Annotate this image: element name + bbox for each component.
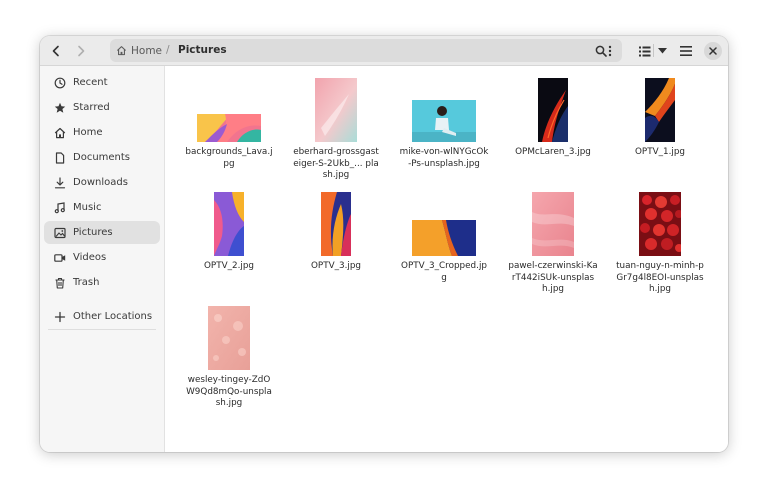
file-item[interactable]: eberhard-grossgasteiger-S-2Ukb_... plash… xyxy=(291,75,381,182)
header-bar: Home / Pictures xyxy=(40,36,728,66)
file-name: pawel-czerwinski-KarT442iSUk-unsplash.jp… xyxy=(508,261,598,294)
chevron-left-icon xyxy=(52,45,59,57)
file-item[interactable]: OPTV_2.jpg xyxy=(184,189,274,273)
file-item[interactable]: OPTV_1.jpg xyxy=(615,75,705,159)
file-name: eberhard-grossgasteiger-S-2Ukb_... plash… xyxy=(293,147,379,180)
hamburger-menu-icon xyxy=(680,46,692,56)
sidebar-item-label: Music xyxy=(73,202,102,213)
sidebar-item-downloads[interactable]: Downloads xyxy=(44,171,160,194)
file-grid: backgrounds_Lava.jpg eberhard-grossgaste… xyxy=(165,66,728,452)
file-name: tuan-nguy-n-minh-pGr7g4l8EOI-unsplash.jp… xyxy=(616,261,704,294)
file-manager-window: Home / Pictures Recent Starred Home Docu… xyxy=(40,36,728,452)
breadcrumb-home[interactable]: Home xyxy=(116,39,162,62)
file-item[interactable]: wesley-tingey-ZdOW9Qd8mQo-unsplash.jpg xyxy=(184,303,274,410)
sidebar-item-label: Documents xyxy=(73,152,131,163)
sidebar-item-home[interactable]: Home xyxy=(44,121,160,144)
file-name: mike-von-wlNYGcOk-Ps-unsplash.jpg xyxy=(399,147,489,169)
sidebar-item-label: Other Locations xyxy=(73,311,153,322)
sidebar-item-music[interactable]: Music xyxy=(44,196,160,219)
breadcrumb-home-label: Home xyxy=(131,44,163,57)
back-button[interactable] xyxy=(44,39,68,63)
sidebar-item-trash[interactable]: Trash xyxy=(44,271,160,294)
file-name: OPTV_3.jpg xyxy=(310,261,362,271)
image-thumbnail xyxy=(639,192,681,256)
file-item[interactable]: OPMcLaren_3.jpg xyxy=(508,75,598,159)
file-name: OPTV_3_Cropped.jpg xyxy=(401,261,487,283)
image-thumbnail xyxy=(321,192,351,256)
sidebar-item-recent[interactable]: Recent xyxy=(44,71,160,94)
sidebar-item-starred[interactable]: Starred xyxy=(44,96,160,119)
sidebar-item-label: Recent xyxy=(73,77,108,88)
breadcrumb-current[interactable]: Pictures xyxy=(178,39,227,62)
home-icon xyxy=(116,46,127,56)
trash-icon xyxy=(53,276,67,290)
image-thumbnail xyxy=(645,78,675,142)
file-item[interactable]: backgrounds_Lava.jpg xyxy=(184,75,274,170)
path-bar: Home / Pictures xyxy=(110,39,622,62)
file-item[interactable]: mike-von-wlNYGcOk-Ps-unsplash.jpg xyxy=(399,75,489,170)
sidebar: Recent Starred Home Documents Downloads … xyxy=(40,66,165,452)
sidebar-item-videos[interactable]: Videos xyxy=(44,246,160,269)
sidebar-item-label: Trash xyxy=(73,277,100,288)
file-name: OPMcLaren_3.jpg xyxy=(515,147,591,157)
sidebar-item-label: Videos xyxy=(73,252,107,263)
close-button[interactable] xyxy=(704,42,722,60)
download-icon xyxy=(53,176,67,190)
image-thumbnail xyxy=(532,192,574,256)
image-thumbnail xyxy=(214,192,244,256)
video-icon xyxy=(53,251,67,265)
sidebar-separator xyxy=(48,329,156,330)
sidebar-item-pictures[interactable]: Pictures xyxy=(44,221,160,244)
image-thumbnail xyxy=(538,78,568,142)
file-item[interactable]: pawel-czerwinski-KarT442iSUk-unsplash.jp… xyxy=(508,189,598,296)
file-item[interactable]: tuan-nguy-n-minh-pGr7g4l8EOI-unsplash.jp… xyxy=(615,189,705,296)
chevron-right-icon xyxy=(78,45,85,57)
star-icon xyxy=(53,101,67,115)
document-icon xyxy=(53,151,67,165)
image-thumbnail xyxy=(412,100,476,142)
sidebar-item-label: Downloads xyxy=(73,177,128,188)
image-thumbnail xyxy=(208,306,250,370)
caret-down-icon xyxy=(657,48,667,54)
close-icon xyxy=(709,47,717,55)
file-item[interactable]: OPTV_3_Cropped.jpg xyxy=(399,189,489,284)
plus-icon xyxy=(53,310,67,324)
image-thumbnail xyxy=(412,220,476,256)
picture-icon xyxy=(53,226,67,240)
list-view-icon xyxy=(639,46,651,56)
sidebar-item-other-locations[interactable]: Other Locations xyxy=(44,305,160,328)
image-thumbnail xyxy=(197,114,261,142)
sidebar-item-documents[interactable]: Documents xyxy=(44,146,160,169)
file-name: OPTV_2.jpg xyxy=(203,261,255,271)
file-name: backgrounds_Lava.jpg xyxy=(185,147,273,169)
sidebar-item-label: Pictures xyxy=(73,227,113,238)
view-options-dropdown[interactable] xyxy=(653,39,671,63)
home-icon xyxy=(53,126,67,140)
main-menu-button[interactable] xyxy=(674,39,698,63)
file-name: wesley-tingey-ZdOW9Qd8mQo-unsplash.jpg xyxy=(186,375,272,408)
search-icon xyxy=(595,45,607,57)
image-thumbnail xyxy=(315,78,357,142)
search-button[interactable] xyxy=(589,39,613,63)
breadcrumb-separator: / xyxy=(166,44,170,56)
clock-icon xyxy=(53,76,67,90)
music-icon xyxy=(53,201,67,215)
sidebar-item-label: Starred xyxy=(73,102,110,113)
forward-button[interactable] xyxy=(69,39,93,63)
sidebar-item-label: Home xyxy=(73,127,103,138)
file-name: OPTV_1.jpg xyxy=(634,147,686,157)
file-item[interactable]: OPTV_3.jpg xyxy=(291,189,381,273)
